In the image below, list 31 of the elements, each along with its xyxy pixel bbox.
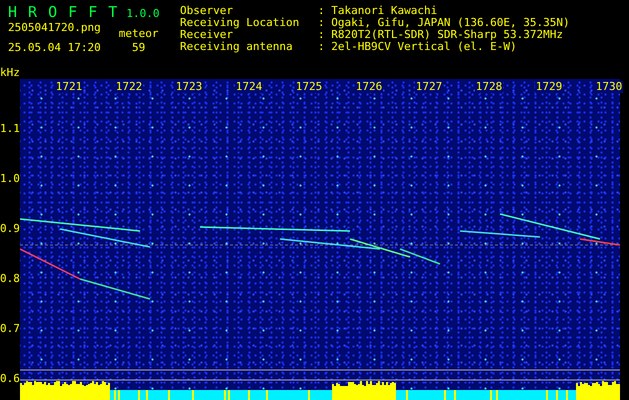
app-title: H R O F F T (8, 4, 118, 20)
frequency-label: 1.0 (0, 172, 20, 185)
frequency-label: 0.9 (0, 222, 20, 235)
time-label: 1721 (54, 81, 84, 93)
time-label: 1724 (234, 81, 264, 93)
unit-label: kHz (0, 67, 20, 79)
time-label: 1722 (114, 81, 144, 93)
frequency-label: 0.7 (0, 322, 20, 335)
time-label: 1727 (414, 81, 444, 93)
info-value: : R820T2(RTL-SDR) SDR-Sharp 53.372MHz (318, 29, 564, 41)
date-time: 25.05.04 17:20 (8, 42, 101, 54)
frequency-label: 0.8 (0, 272, 20, 285)
info-value: : Ogaki, Gifu, JAPAN (136.60E, 35.35N) (318, 17, 570, 29)
time-label: 1728 (474, 81, 504, 93)
meteor-count: 59 (132, 42, 146, 54)
time-label: 1725 (294, 81, 324, 93)
frequency-label: 0.6 (0, 372, 20, 385)
info-label: Observer (180, 5, 234, 17)
frequency-label: 1.1 (0, 122, 20, 135)
info-value: : Takanori Kawachi (318, 5, 438, 17)
info-value: : 2el-HB9CV Vertical (el. E-W) (318, 41, 517, 53)
meteor-label: meteor (118, 28, 158, 40)
file-name: 2505041720.png (8, 22, 101, 34)
info-label: Receiving Location (180, 17, 300, 29)
info-label: Receiver (180, 29, 233, 41)
time-label: 1729 (534, 81, 564, 93)
time-label: 1726 (354, 81, 384, 93)
info-label: Receiving antenna (180, 41, 294, 53)
time-label: 1723 (174, 81, 204, 93)
version-label: 1.0.0 (126, 8, 160, 20)
time-label: 1730 (594, 81, 624, 93)
